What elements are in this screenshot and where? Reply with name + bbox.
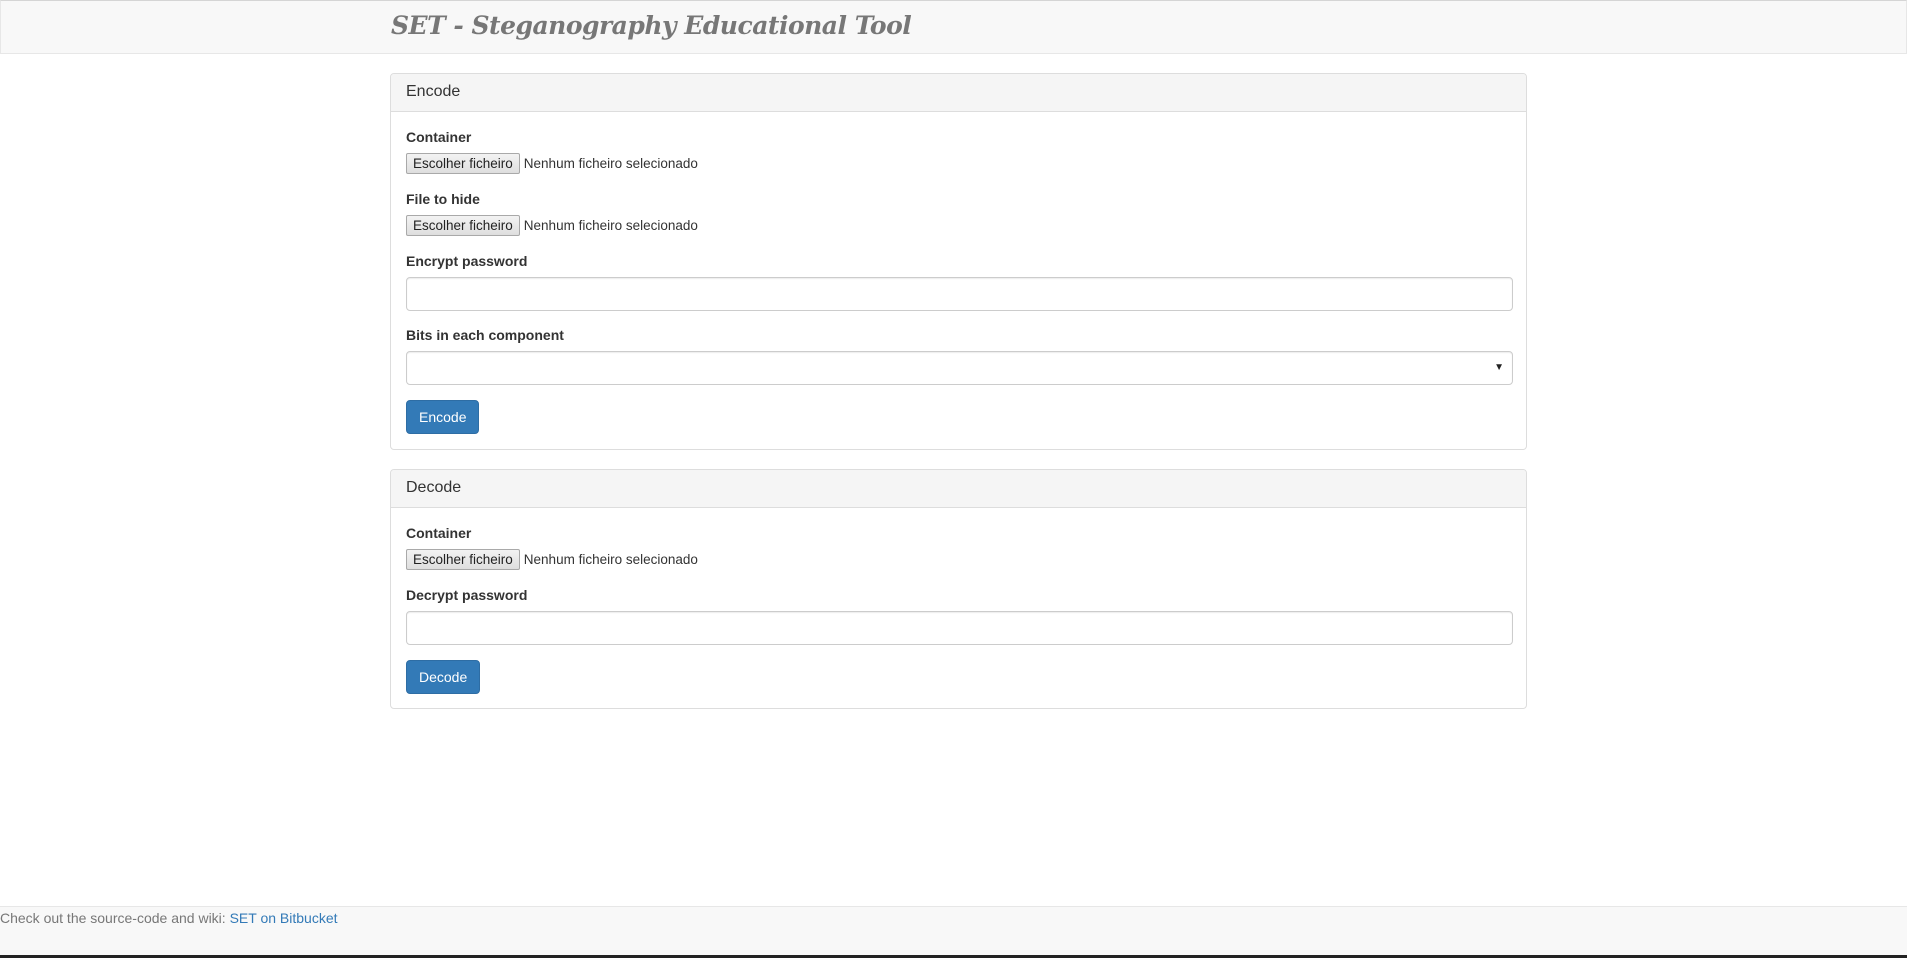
encrypt-password-label: Encrypt password xyxy=(406,253,528,269)
bits-component-select[interactable]: ▼ xyxy=(406,351,1513,385)
app-title[interactable]: SET - Steganography Educational Tool xyxy=(391,11,912,40)
encode-button[interactable]: Encode xyxy=(406,400,480,434)
footer: Check out the source-code and wiki: SET … xyxy=(0,906,1907,958)
footer-text: Check out the source-code and wiki: SET … xyxy=(0,910,338,926)
decode-container-file-status: Nenhum ficheiro selecionado xyxy=(523,551,698,567)
encode-container-file-status: Nenhum ficheiro selecionado xyxy=(523,155,698,171)
file-to-hide-label: File to hide xyxy=(406,191,480,207)
encode-container-file-input[interactable]: Escolher ficheiro Nenhum ficheiro seleci… xyxy=(406,152,698,174)
navbar: SET - Steganography Educational Tool xyxy=(0,0,1907,54)
decrypt-password-input[interactable] xyxy=(406,611,1513,645)
decode-panel-heading: Decode xyxy=(391,470,1526,508)
encrypt-password-input[interactable] xyxy=(406,277,1513,311)
decode-panel: Decode Container Escolher ficheiro Nenhu… xyxy=(390,469,1527,709)
chevron-down-icon: ▼ xyxy=(1494,362,1504,373)
bits-component-label: Bits in each component xyxy=(406,327,564,343)
file-to-hide-file-input[interactable]: Escolher ficheiro Nenhum ficheiro seleci… xyxy=(406,214,698,236)
bitbucket-link[interactable]: SET on Bitbucket xyxy=(230,910,338,926)
encode-container-label: Container xyxy=(406,129,472,145)
file-to-hide-file-status: Nenhum ficheiro selecionado xyxy=(523,217,698,233)
decode-container-label: Container xyxy=(406,525,472,541)
encode-panel-heading: Encode xyxy=(391,74,1526,112)
decode-container-choose-button[interactable]: Escolher ficheiro xyxy=(406,548,520,570)
encode-container-choose-button[interactable]: Escolher ficheiro xyxy=(406,152,520,174)
decode-button[interactable]: Decode xyxy=(406,660,481,694)
decode-container-file-input[interactable]: Escolher ficheiro Nenhum ficheiro seleci… xyxy=(406,548,698,570)
decrypt-password-label: Decrypt password xyxy=(406,587,528,603)
encode-panel: Encode Container Escolher ficheiro Nenhu… xyxy=(390,73,1527,450)
footer-description: Check out the source-code and wiki: xyxy=(0,910,230,926)
file-to-hide-choose-button[interactable]: Escolher ficheiro xyxy=(406,214,520,236)
